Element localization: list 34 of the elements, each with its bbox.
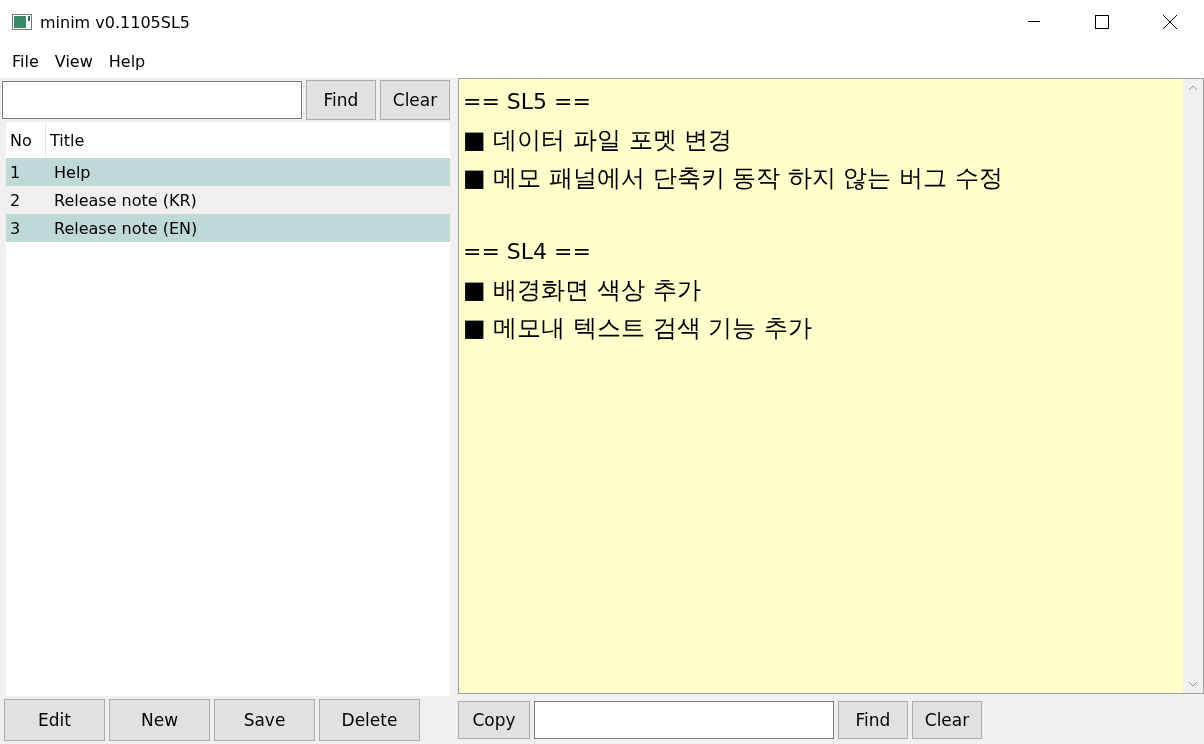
memo-line: ■ 데이터 파일 포멧 변경 <box>463 125 734 156</box>
search-button[interactable]: Clear <box>380 80 450 120</box>
action-button[interactable]: Delete <box>319 699 420 741</box>
column-header[interactable]: Title <box>46 122 85 158</box>
action-button[interactable]: Edit <box>4 699 105 741</box>
table-cell-text: Help <box>53 162 91 182</box>
list-row[interactable]: 2 Release note (KR) <box>6 186 450 214</box>
memo-heading: == SL5 == <box>463 88 592 116</box>
memo-search-button[interactable]: Clear <box>912 701 982 739</box>
action-button[interactable]: New <box>109 699 210 741</box>
memo-line: ■ 메모 패널에서 단축키 동작 하지 않는 버그 수정 <box>463 163 1004 194</box>
table-cell-text: 2 <box>9 190 22 210</box>
memo-heading: == SL4 == <box>463 238 592 266</box>
scroll-up-icon[interactable] <box>1188 85 1198 91</box>
menu-item[interactable]: File <box>4 51 47 71</box>
memo-line: ■ 메모내 텍스트 검색 기능 추가 <box>463 313 813 344</box>
search-button[interactable]: Find <box>306 80 376 120</box>
menu-item[interactable]: Help <box>100 51 154 71</box>
window-title: minim v0.1105SL5 <box>40 12 191 32</box>
menu-item[interactable]: View <box>46 51 101 71</box>
list-row[interactable]: 3 Release note (EN) <box>6 214 450 242</box>
action-button[interactable]: Save <box>214 699 315 741</box>
scroll-down-icon[interactable] <box>1188 681 1198 687</box>
memo-search-field[interactable] <box>534 701 834 739</box>
table-cell-text: Release note (EN) <box>53 218 198 238</box>
table-cell-text: 3 <box>9 218 22 238</box>
table-cell-text: 1 <box>9 162 22 182</box>
search-field[interactable] <box>2 81 302 119</box>
app-icon <box>12 14 32 30</box>
memo-line: ■ 배경화면 색상 추가 <box>463 275 702 306</box>
table-cell-text: Release note (KR) <box>53 190 197 210</box>
list-row[interactable]: 1 Help <box>6 158 450 186</box>
copy-button[interactable]: Copy <box>458 701 530 739</box>
memo-search-button[interactable]: Find <box>838 701 908 739</box>
